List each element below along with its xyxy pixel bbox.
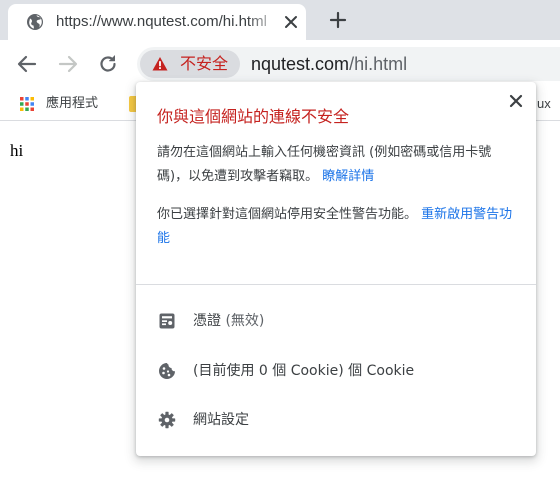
back-arrow-icon[interactable] (16, 53, 38, 75)
gear-icon (158, 411, 176, 429)
forward-arrow-icon[interactable] (57, 53, 79, 75)
disabled-warnings-paragraph: 你已選擇針對這個網站停用安全性警告功能。 重新啟用警告功能 (157, 203, 517, 251)
popup-divider (136, 284, 536, 285)
close-icon[interactable] (509, 94, 523, 108)
url-text: nqutest.com/hi.html (251, 53, 407, 75)
globe-icon (27, 14, 43, 30)
certificate-row[interactable]: 憑證 (無效) (136, 301, 536, 341)
close-tab-icon[interactable] (284, 15, 298, 29)
page-body-text: hi (10, 141, 24, 160)
certificate-status: (無效) (225, 313, 265, 329)
omnibox[interactable]: 不安全 nqutest.com/hi.html (137, 47, 560, 81)
url-host: nqutest.com (251, 54, 350, 74)
tab-strip: https://www.nqutest.com/hi.html (0, 0, 560, 40)
active-tab[interactable]: https://www.nqutest.com/hi.html (8, 4, 306, 40)
certificate-label: 憑證 (無效) (193, 311, 264, 331)
reload-icon[interactable] (97, 53, 119, 75)
certificate-icon (159, 313, 175, 329)
site-settings-row[interactable]: 網站設定 (136, 400, 536, 440)
apps-bookmark-label[interactable]: 應用程式 (46, 95, 98, 113)
bookmark-fragment[interactable]: ux (537, 95, 551, 113)
site-info-popup: 你與這個網站的連線不安全 請勿在這個網站上輸入任何機密資訊 (例如密碼或信用卡號… (136, 82, 536, 456)
cookie-icon (159, 363, 175, 379)
toolbar: 不安全 nqutest.com/hi.html (0, 40, 560, 88)
site-settings-label: 網站設定 (193, 412, 249, 428)
apps-grid-icon[interactable] (19, 96, 35, 112)
new-tab-plus-icon[interactable] (328, 10, 348, 30)
url-path: /hi.html (349, 54, 408, 74)
tab-title: https://www.nqutest.com/hi.html (56, 13, 267, 30)
warning-paragraph: 請勿在這個網站上輸入任何機密資訊 (例如密碼或信用卡號碼)，以免遭到攻擊者竊取。… (157, 141, 517, 189)
learn-more-link[interactable]: 瞭解詳情 (322, 169, 374, 184)
disabled-warnings-text: 你已選擇針對這個網站停用安全性警告功能。 (157, 207, 418, 222)
warning-triangle-icon (152, 57, 168, 71)
security-chip[interactable]: 不安全 (140, 50, 240, 78)
popup-title: 你與這個網站的連線不安全 (157, 107, 350, 126)
cookies-row[interactable]: (目前使用 0 個 Cookie) 個 Cookie (136, 351, 536, 391)
certificate-text: 憑證 (193, 313, 221, 329)
security-label: 不安全 (180, 54, 229, 73)
cookies-label: (目前使用 0 個 Cookie) 個 Cookie (193, 363, 415, 379)
